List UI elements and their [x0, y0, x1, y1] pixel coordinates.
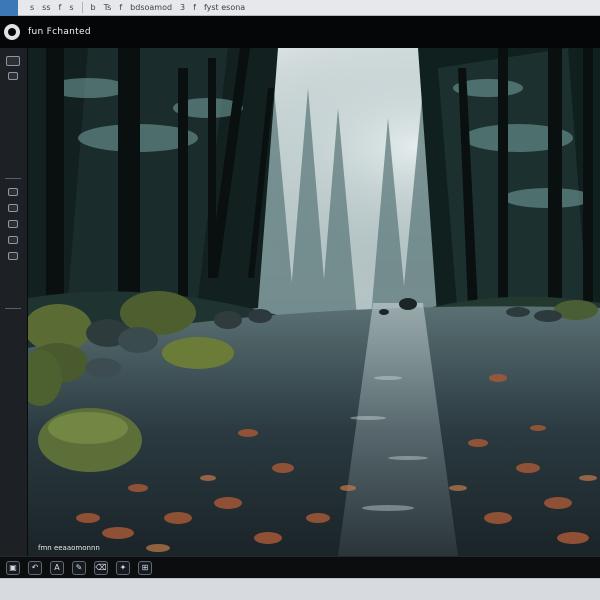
undo-icon[interactable]: ↶ — [28, 560, 42, 575]
image-canvas[interactable] — [28, 48, 600, 556]
window-title: fun Fchanted — [28, 27, 91, 37]
eraser-icon[interactable]: ⌫ — [94, 560, 108, 575]
tool-divider — [5, 178, 21, 179]
select-tool-icon[interactable] — [6, 56, 20, 66]
app-corner-icon[interactable] — [0, 0, 18, 16]
forest-scene-image — [28, 48, 600, 556]
export-icon[interactable]: ⊞ — [138, 560, 152, 575]
menu-item-1[interactable]: s — [30, 3, 34, 12]
menu-item-11[interactable]: fyst esona — [204, 3, 245, 12]
move-tool-icon[interactable] — [8, 72, 18, 80]
zoom-tool-icon[interactable] — [8, 236, 18, 244]
menu-item-9[interactable]: 3 — [180, 3, 185, 12]
image-editor-window: s ss f s b Ts f bdsoamod 3 f fyst esona … — [0, 0, 600, 600]
image-caption: fmn eeaaomonnn — [38, 544, 100, 552]
tool-strip — [0, 48, 28, 556]
menu-bar: s ss f s b Ts f bdsoamod 3 f fyst esona — [0, 0, 600, 16]
menu-item-4[interactable]: s — [69, 3, 73, 12]
hand-tool-icon[interactable] — [8, 252, 18, 260]
menu-items: s ss f s b Ts f bdsoamod 3 f fyst esona — [18, 2, 245, 13]
menu-item-7[interactable]: f — [119, 3, 122, 12]
layers-icon[interactable]: ▣ — [6, 560, 20, 575]
crop-tool-icon[interactable] — [8, 188, 18, 196]
menu-item-2[interactable]: ss — [42, 3, 50, 12]
app-logo-icon[interactable] — [4, 24, 20, 40]
menu-separator — [81, 2, 83, 13]
text-icon[interactable]: A — [50, 560, 64, 575]
eraser-tool-icon[interactable] — [8, 220, 18, 228]
menu-item-3[interactable]: f — [59, 3, 62, 12]
brush-icon[interactable]: ✎ — [72, 560, 86, 575]
menu-item-5[interactable]: b — [91, 3, 96, 12]
brush-tool-icon[interactable] — [8, 204, 18, 212]
star-icon[interactable]: ✦ — [116, 560, 130, 575]
title-bar: fun Fchanted — [0, 16, 600, 48]
bottom-toolbar: ▣ ↶ A ✎ ⌫ ✦ ⊞ — [0, 556, 600, 578]
menu-item-8[interactable]: bdsoamod — [130, 3, 172, 12]
menu-item-10[interactable]: f — [193, 3, 196, 12]
menu-item-6[interactable]: Ts — [104, 3, 112, 12]
status-footer — [0, 578, 600, 600]
tool-divider — [5, 308, 21, 309]
